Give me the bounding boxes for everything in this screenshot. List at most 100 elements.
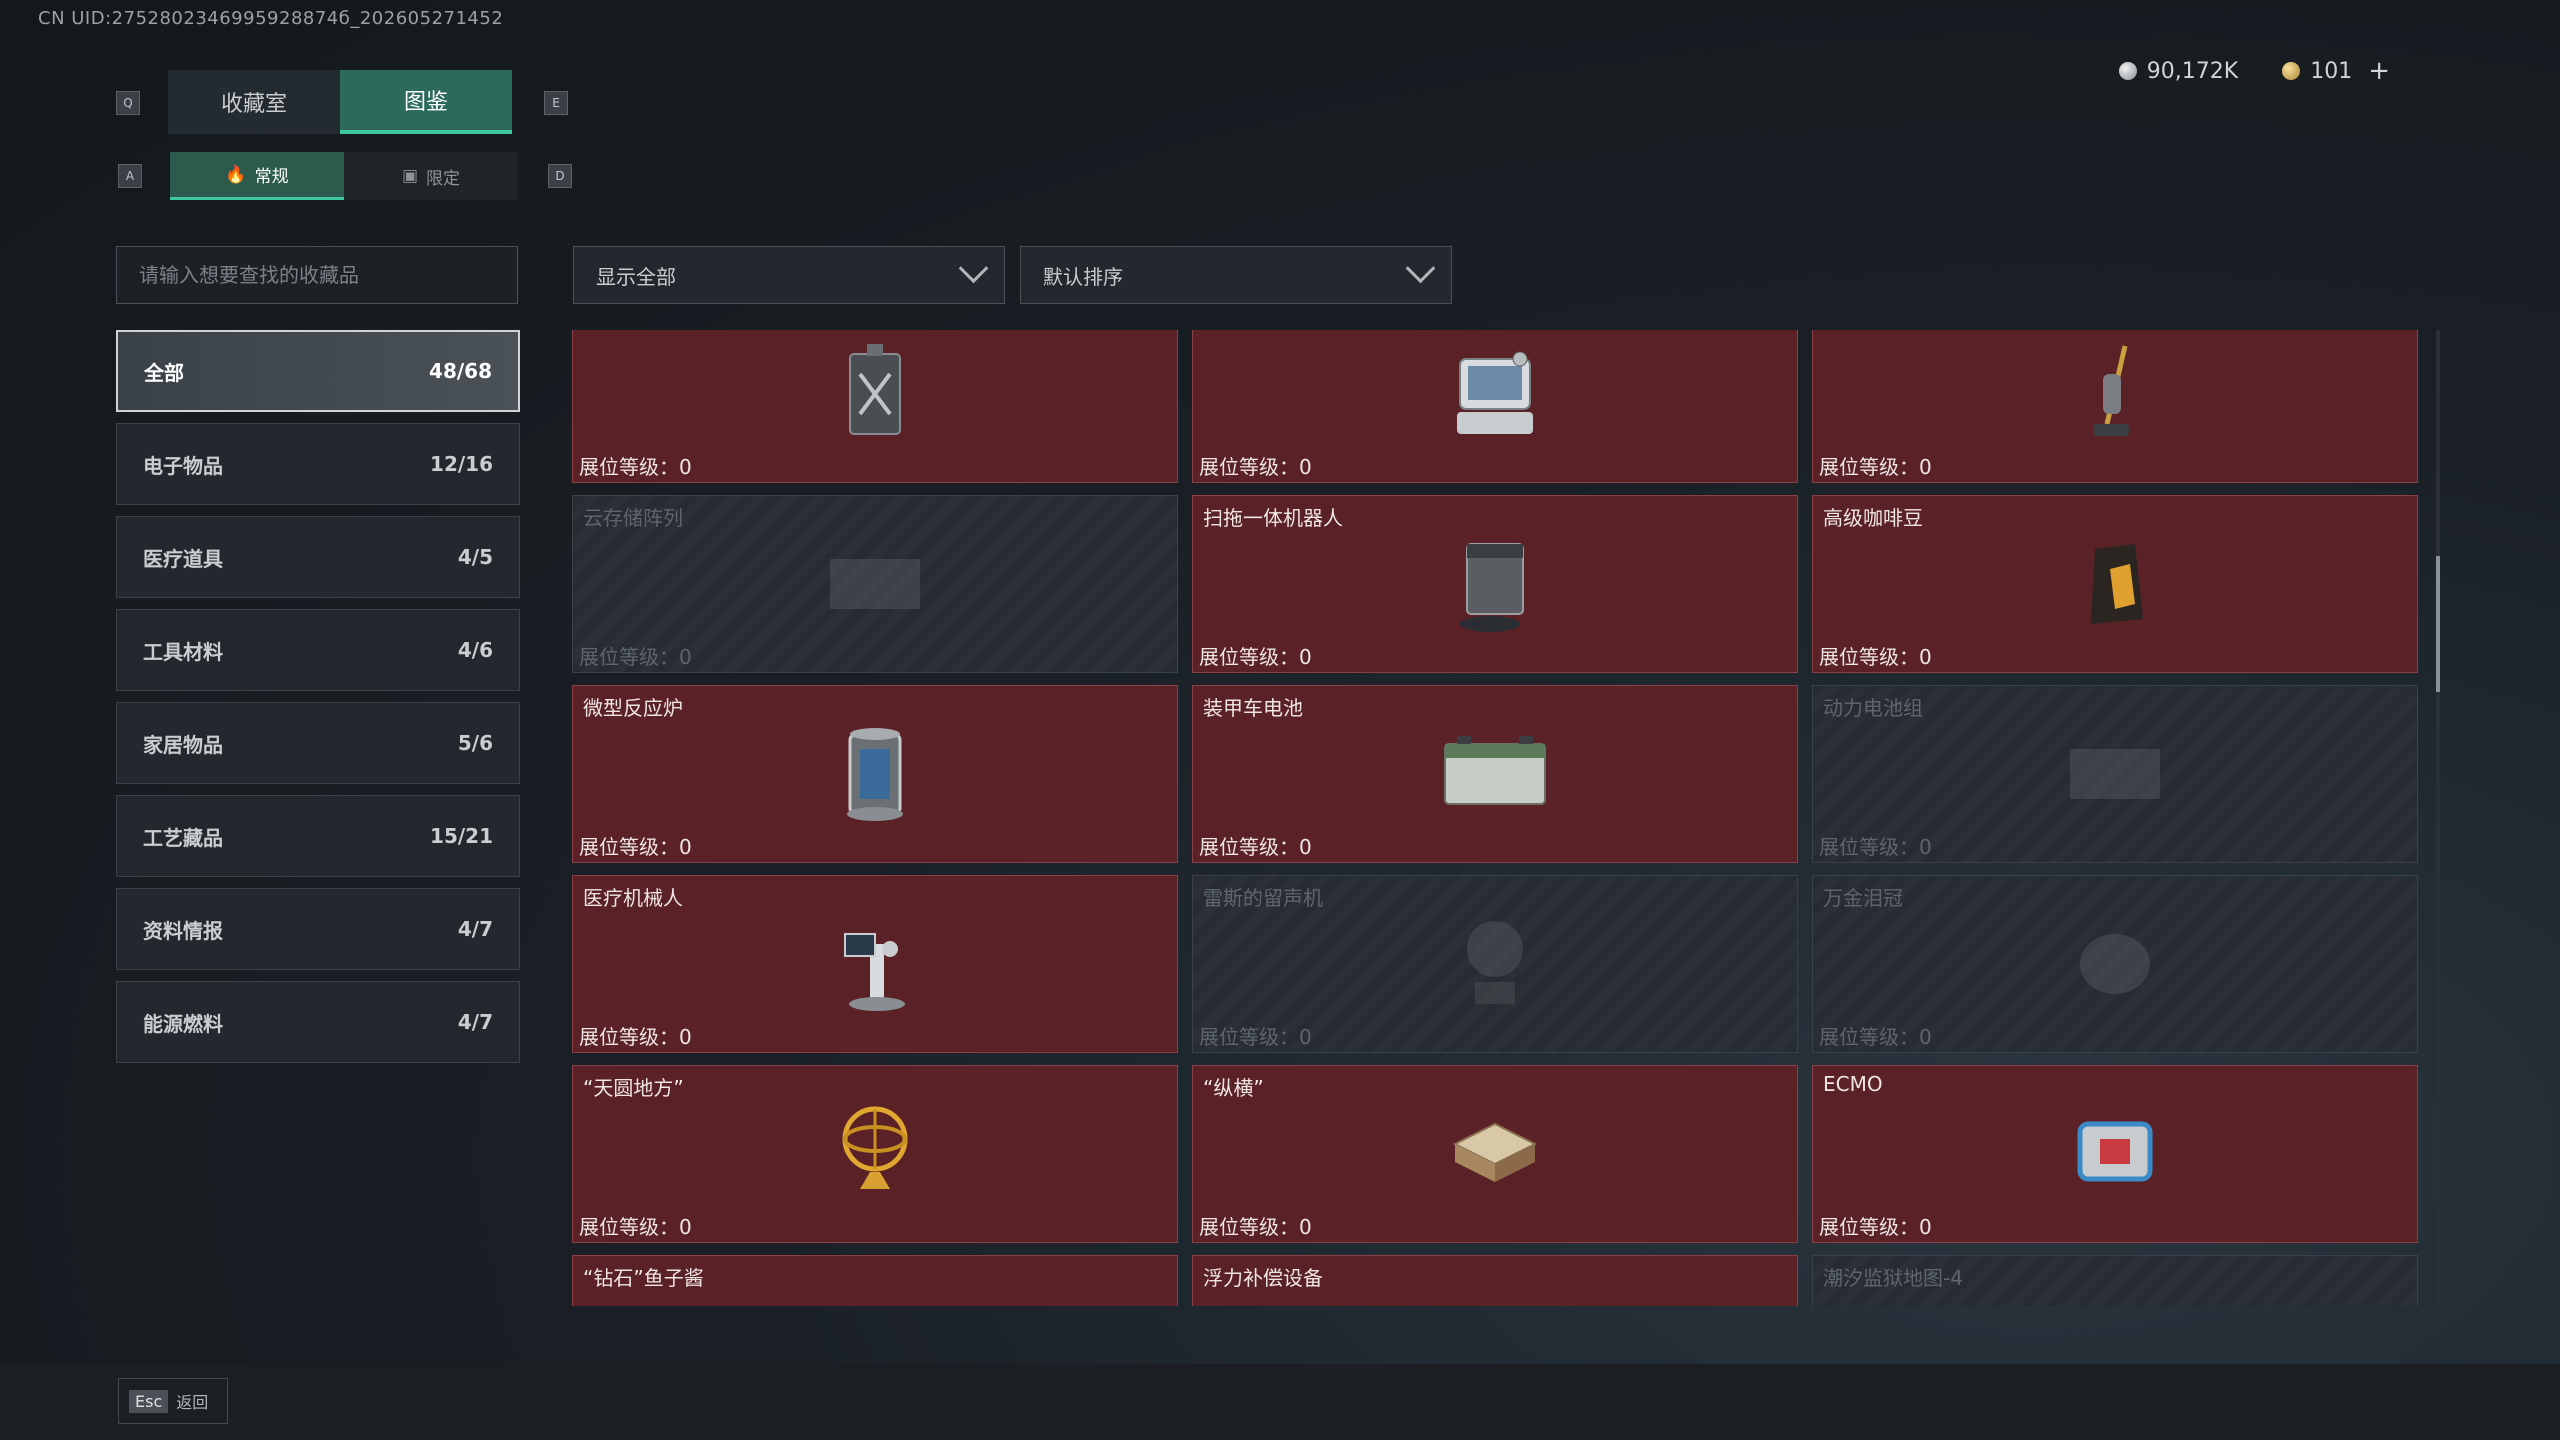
category-count: 4/6 [457, 638, 493, 662]
item-name: 动力电池组 [1823, 696, 1923, 720]
display-level: 展位等级：0 [1819, 1215, 1932, 1239]
top-tabs: 收藏室 图鉴 [168, 70, 512, 134]
grid-scrollbar[interactable] [2436, 330, 2440, 1306]
gold-currency[interactable]: 101 + [2282, 56, 2390, 86]
tab-collection-room[interactable]: 收藏室 [168, 70, 340, 134]
collection-card[interactable]: 雷斯的留声机展位等级：0 [1192, 875, 1798, 1053]
category-household[interactable]: 家居物品 5/6 [116, 702, 520, 784]
tab-regular[interactable]: 🔥 常规 [170, 152, 344, 200]
add-currency-button[interactable]: + [2368, 56, 2390, 86]
collection-card[interactable]: 展位等级：0 [1812, 330, 2418, 483]
crown-icon [2080, 934, 2150, 994]
display-level: 展位等级：0 [1199, 835, 1312, 859]
collection-card[interactable]: 微型反应炉 展位等级：0 [572, 685, 1178, 863]
key-q: Q [116, 91, 140, 115]
category-medical[interactable]: 医疗道具 4/5 [116, 516, 520, 598]
collection-card[interactable]: 装甲车电池展位等级：0 [1192, 685, 1798, 863]
display-level: 展位等级：0 [1199, 455, 1312, 479]
collection-card[interactable]: 万金泪冠展位等级：0 [1812, 875, 2418, 1053]
sort-dropdown[interactable]: 默认排序 [1020, 246, 1452, 304]
display-level: 展位等级：0 [1199, 1215, 1312, 1239]
terminal-icon [1457, 351, 1533, 434]
category-energy[interactable]: 能源燃料 4/7 [116, 981, 520, 1063]
back-label: 返回 [176, 1393, 209, 1412]
item-grid-viewport[interactable]: 展位等级：0 展位等级：0 展位等级：0 云存储阵列 展位等级：0 扫拖一体机器人 展位等级… [572, 330, 2424, 1306]
map-icon [2055, 1284, 2175, 1306]
collection-card[interactable]: 潮汐监狱地图-4展位等级：0 [1812, 1255, 2418, 1306]
search-input[interactable] [137, 262, 497, 288]
collection-card[interactable]: 高级咖啡豆 展位等级：0 [1812, 495, 2418, 673]
category-label: 全部 [144, 360, 184, 385]
display-level: 展位等级：0 [579, 1215, 692, 1239]
sub-tabs: 🔥 常规 ▣ 限定 [170, 152, 518, 200]
item-name: 潮汐监狱地图-4 [1823, 1266, 1963, 1290]
uid-label: CN UID:2752802346995928874б_202605271452 [38, 8, 504, 29]
item-name: 雷斯的留声机 [1203, 886, 1323, 910]
vacuum-icon [2093, 345, 2129, 436]
display-level: 展位等级：0 [1819, 455, 1932, 479]
collection-card[interactable]: 展位等级：0 [1192, 330, 1798, 483]
collection-card[interactable]: “纵横” 展位等级：0 [1192, 1065, 1798, 1243]
display-level: 展位等级：0 [579, 455, 692, 479]
display-level: 展位等级：0 [579, 645, 692, 669]
scrollbar-thumb[interactable] [2436, 556, 2440, 692]
tab-regular-label: 常规 [254, 167, 289, 187]
collection-card[interactable]: ECMO 展位等级：0 [1812, 1065, 2418, 1243]
item-name: ECMO [1823, 1072, 1883, 1096]
collection-card[interactable]: “天圆地方” 展位等级：0 [572, 1065, 1178, 1243]
category-label: 工具材料 [143, 639, 223, 664]
collection-card[interactable]: 扫拖一体机器人 展位等级：0 [1192, 495, 1798, 673]
reactor-icon [847, 728, 903, 821]
category-all[interactable]: 全部 48/68 [116, 330, 520, 412]
medical-robot-icon [844, 933, 905, 1011]
ecmo-icon [2077, 1121, 2153, 1182]
tab-catalog[interactable]: 图鉴 [340, 70, 512, 134]
category-count: 4/5 [457, 545, 493, 569]
collection-card[interactable]: “钻石”鱼子酱展位等级：0 [572, 1255, 1178, 1306]
filter-dropdown[interactable]: 显示全部 [573, 246, 1005, 304]
category-list: 全部 48/68 电子物品 12/16 医疗道具 4/5 工具材料 4/6 家居… [116, 330, 520, 1074]
category-count: 12/16 [430, 452, 493, 476]
collection-card[interactable]: 浮力补偿设备展位等级：0 [1192, 1255, 1798, 1306]
category-count: 4/7 [457, 1010, 493, 1034]
coffee-bag-icon [2091, 544, 2143, 624]
search-box[interactable] [116, 246, 518, 304]
item-name: 扫拖一体机器人 [1203, 506, 1343, 530]
category-electronics[interactable]: 电子物品 12/16 [116, 423, 520, 505]
category-intel[interactable]: 资料情报 4/7 [116, 888, 520, 970]
category-label: 电子物品 [143, 453, 223, 478]
esc-key: Esc [129, 1389, 169, 1413]
item-name: 万金泪冠 [1823, 886, 1903, 910]
item-name: 装甲车电池 [1203, 696, 1303, 720]
chessboard-icon [1452, 1122, 1538, 1182]
robot-cleaner-icon [1460, 543, 1524, 632]
silver-coin-icon [2118, 62, 2137, 80]
collection-card[interactable]: 医疗机械人 展位等级：0 [572, 875, 1178, 1053]
category-crafts[interactable]: 工艺藏品 15/21 [116, 795, 520, 877]
collection-card[interactable]: 云存储阵列展位等级：0 [572, 495, 1178, 673]
display-level: 展位等级：0 [1819, 835, 1932, 859]
display-level: 展位等级：0 [1819, 1025, 1932, 1049]
back-button[interactable]: Esc 返回 [118, 1378, 228, 1424]
item-name: 云存储阵列 [583, 506, 683, 530]
chevron-down-icon [1405, 253, 1436, 283]
limited-icon: ▣ [401, 166, 419, 186]
gold-amount: 101 [2310, 58, 2353, 84]
display-level: 展位等级：0 [579, 835, 692, 859]
collection-card[interactable]: 展位等级：0 [572, 330, 1178, 483]
display-level: 展位等级：0 [1199, 1025, 1312, 1049]
item-name: 高级咖啡豆 [1823, 506, 1923, 530]
storage-array-icon [830, 559, 920, 609]
tab-limited[interactable]: ▣ 限定 [344, 152, 518, 200]
category-tools[interactable]: 工具材料 4/6 [116, 609, 520, 691]
category-count: 15/21 [430, 824, 493, 848]
silver-currency: 90,172K [2118, 59, 2238, 84]
currency-bar: 90,172K 101 + [2118, 56, 2390, 86]
category-count: 48/68 [429, 359, 492, 383]
collection-card[interactable]: 动力电池组展位等级：0 [1812, 685, 2418, 863]
tab-limited-label: 限定 [426, 168, 461, 189]
category-label: 医疗道具 [143, 546, 223, 571]
gramophone-icon [1467, 921, 1523, 1004]
key-e: E [544, 91, 568, 115]
caviar-icon [815, 1284, 935, 1306]
